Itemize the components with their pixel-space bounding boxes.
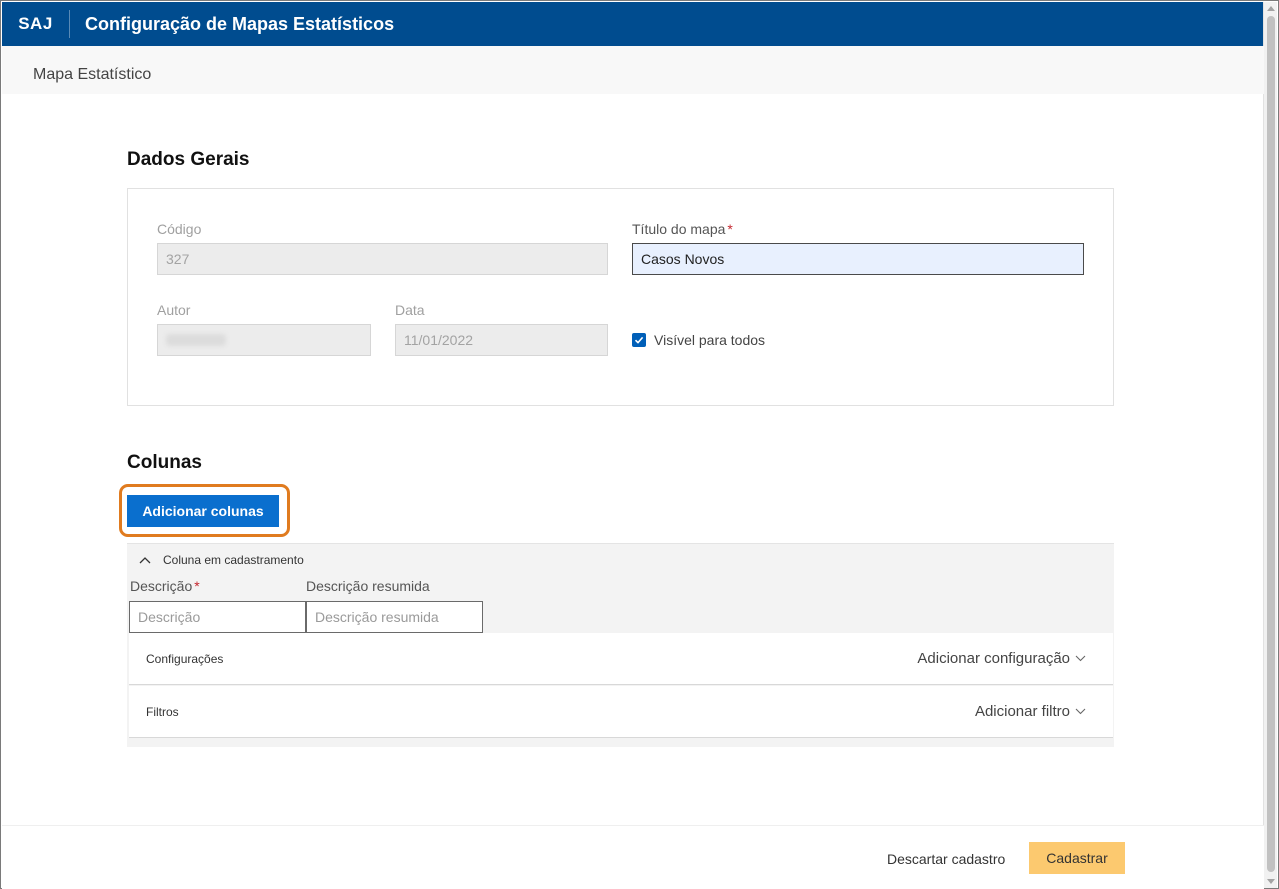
codigo-label: Código xyxy=(157,221,202,237)
filters-row: Filtros Adicionar filtro xyxy=(129,686,1113,738)
submit-button[interactable]: Cadastrar xyxy=(1029,842,1125,874)
required-marker: * xyxy=(727,221,733,237)
chevron-down-icon xyxy=(1075,708,1086,715)
vertical-scrollbar[interactable] xyxy=(1263,2,1277,888)
column-panel-header[interactable]: Coluna em cadastramento xyxy=(139,553,304,567)
data-label: Data xyxy=(395,302,425,318)
scroll-up-icon[interactable] xyxy=(1267,6,1275,11)
add-config-label: Adicionar configuração xyxy=(917,650,1070,667)
data-field: 11/01/2022 xyxy=(395,324,608,356)
autor-field xyxy=(157,324,371,356)
column-panel-title: Coluna em cadastramento xyxy=(163,553,304,567)
resumida-input[interactable]: Descrição resumida xyxy=(306,601,483,633)
check-icon xyxy=(634,336,644,344)
chevron-down-icon xyxy=(1075,655,1086,662)
top-header: SAJ Configuração de Mapas Estatísticos xyxy=(2,2,1264,46)
visivel-checkbox[interactable] xyxy=(632,333,646,347)
add-filter-label: Adicionar filtro xyxy=(974,703,1070,720)
app-window: SAJ Configuração de Mapas Estatísticos M… xyxy=(0,0,1279,889)
section-title-general: Dados Gerais xyxy=(127,149,250,170)
add-config-dropdown[interactable]: Adicionar configuração xyxy=(917,650,1086,667)
app-title: Configuração de Mapas Estatísticos xyxy=(85,13,395,34)
general-data-card xyxy=(127,188,1114,406)
required-marker: * xyxy=(194,578,200,594)
breadcrumb-bar: Mapa Estatístico xyxy=(2,46,1264,94)
descricao-label: Descrição * xyxy=(130,578,200,594)
titulo-label: Título do mapa * xyxy=(632,221,733,237)
config-row: Configurações Adicionar configuração xyxy=(129,633,1113,685)
redacted-author xyxy=(166,334,226,346)
visivel-checkbox-row[interactable]: Visível para todos xyxy=(632,332,765,348)
section-title-columns: Colunas xyxy=(127,452,202,473)
scrollbar-thumb[interactable] xyxy=(1267,16,1275,872)
discard-button[interactable]: Descartar cadastro xyxy=(887,851,1005,867)
descricao-input[interactable]: Descrição xyxy=(129,601,306,633)
brand-logo[interactable]: SAJ xyxy=(2,10,70,38)
titulo-input[interactable]: Casos Novos xyxy=(632,243,1084,275)
add-columns-button[interactable]: Adicionar colunas xyxy=(127,495,279,527)
visivel-label: Visível para todos xyxy=(654,332,766,348)
titulo-label-text: Título do mapa xyxy=(632,221,726,237)
autor-label: Autor xyxy=(157,302,191,318)
config-label: Configurações xyxy=(146,652,224,666)
page-title: Mapa Estatístico xyxy=(33,66,152,83)
codigo-field: 327 xyxy=(157,243,608,275)
scroll-down-icon[interactable] xyxy=(1267,879,1275,884)
filters-label: Filtros xyxy=(146,705,179,719)
chevron-up-icon[interactable] xyxy=(139,556,151,564)
descricao-label-text: Descrição xyxy=(130,578,193,594)
resumida-label: Descrição resumida xyxy=(306,578,430,594)
add-filter-dropdown[interactable]: Adicionar filtro xyxy=(975,703,1086,720)
